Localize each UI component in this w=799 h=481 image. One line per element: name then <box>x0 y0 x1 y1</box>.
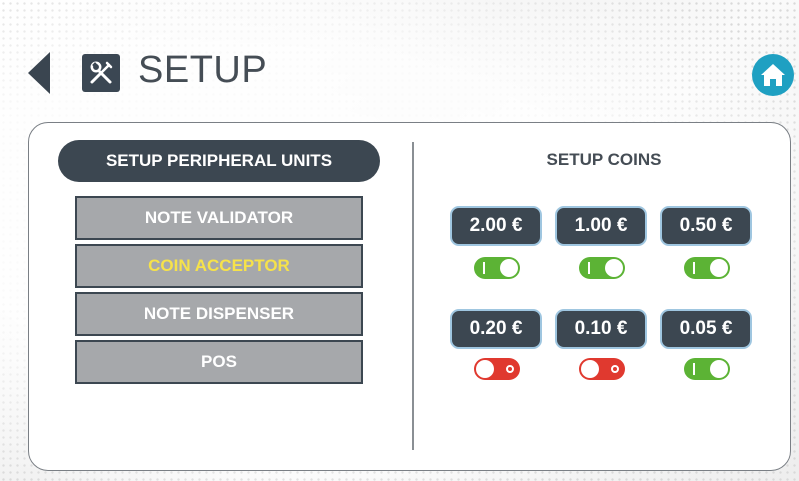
menu-item-note-dispenser[interactable]: NOTE DISPENSER <box>75 292 363 336</box>
coin-toggle-0-50[interactable] <box>684 257 730 279</box>
panel-divider <box>412 142 414 450</box>
coins-section-title: SETUP COINS <box>546 150 662 169</box>
menu-item-pos[interactable]: POS <box>75 340 363 384</box>
coin-toggle-0-20[interactable] <box>474 358 520 380</box>
page-title: SETUP <box>138 49 268 91</box>
toggle-mark <box>588 262 590 274</box>
coin-button-2-00[interactable]: 2.00 € <box>450 206 542 246</box>
coin-button-0-20[interactable]: 0.20 € <box>450 309 542 349</box>
coin-button-1-00[interactable]: 1.00 € <box>555 206 647 246</box>
wrench-screwdriver-icon <box>82 54 120 92</box>
chevron-left-icon <box>28 52 50 94</box>
coin-button-0-05[interactable]: 0.05 € <box>660 309 752 349</box>
toggle-mark <box>506 365 514 373</box>
toggle-knob <box>476 360 494 378</box>
coin-toggle-1-00[interactable] <box>579 257 625 279</box>
toggle-mark <box>693 262 695 274</box>
coin-toggle-0-05[interactable] <box>684 358 730 380</box>
toggle-mark <box>693 363 695 375</box>
home-button[interactable] <box>752 54 794 96</box>
toggle-mark <box>611 365 619 373</box>
home-icon <box>761 64 785 86</box>
toggle-knob <box>710 259 728 277</box>
toggle-knob <box>710 360 728 378</box>
toggle-mark <box>483 262 485 274</box>
coin-button-0-10[interactable]: 0.10 € <box>555 309 647 349</box>
menu-item-note-validator[interactable]: NOTE VALIDATOR <box>75 196 363 240</box>
toggle-knob <box>605 259 623 277</box>
coin-toggle-0-10[interactable] <box>579 358 625 380</box>
coin-button-0-50[interactable]: 0.50 € <box>660 206 752 246</box>
coin-toggle-2-00[interactable] <box>474 257 520 279</box>
toggle-knob <box>500 259 518 277</box>
back-button[interactable] <box>28 52 52 94</box>
peripheral-section-title: SETUP PERIPHERAL UNITS <box>58 140 380 182</box>
menu-item-coin-acceptor[interactable]: COIN ACCEPTOR <box>75 244 363 288</box>
toggle-knob <box>581 360 599 378</box>
